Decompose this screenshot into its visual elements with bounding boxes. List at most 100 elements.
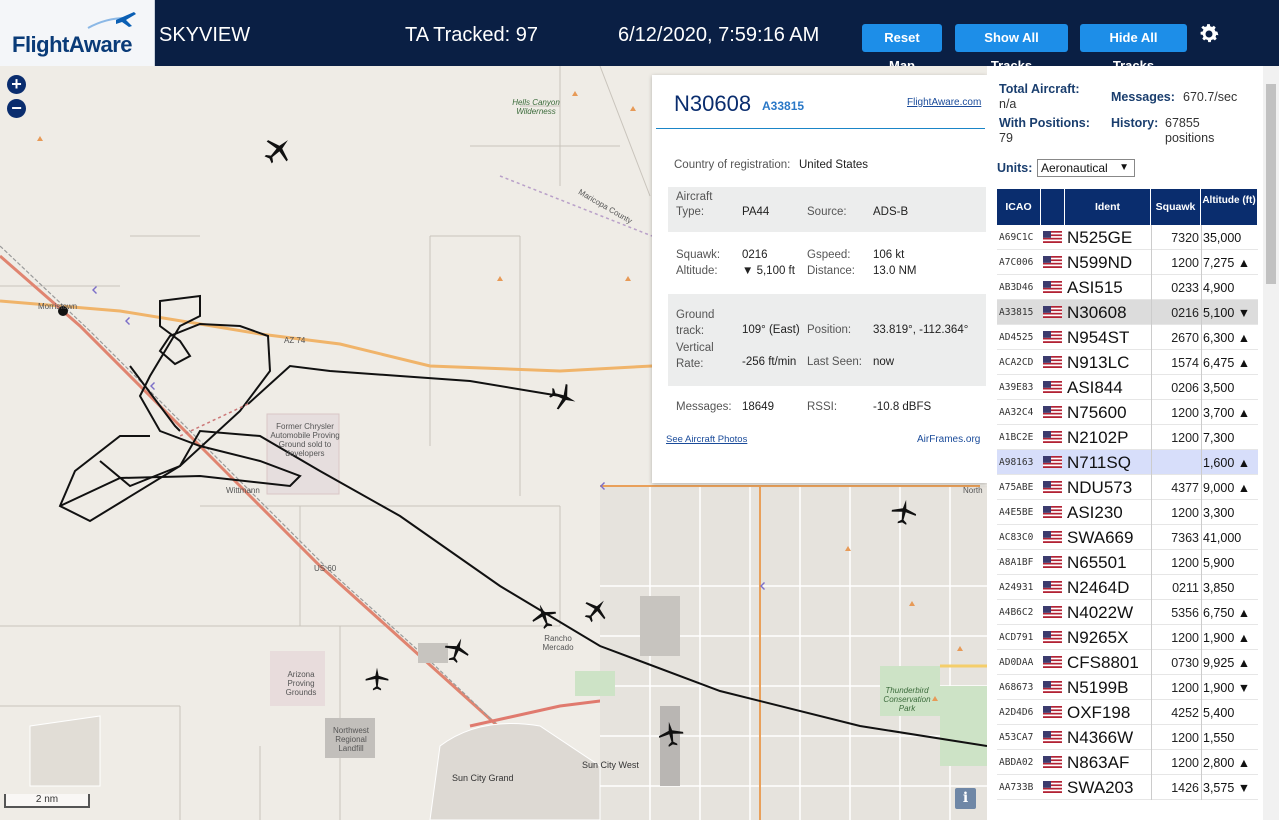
- column-divider: [1151, 225, 1152, 250]
- table-row[interactable]: A2D4D6 OXF198 4252 5,400: [997, 700, 1258, 725]
- map-label: Former Chrysler Automobile Proving Groun…: [270, 422, 340, 458]
- gspeed-label: Gspeed:: [807, 249, 851, 261]
- col-flag[interactable]: [1041, 189, 1065, 225]
- table-row[interactable]: ACA2CD N913LC 1574 6,475 ▲: [997, 350, 1258, 375]
- column-divider: [1151, 625, 1152, 650]
- positions-value: 79: [999, 131, 1013, 145]
- table-row[interactable]: A8A1BF N65501 1200 5,900: [997, 550, 1258, 575]
- units-selected-value: Aeronautical: [1041, 161, 1108, 175]
- col-icao[interactable]: ICAO: [997, 189, 1041, 225]
- table-row[interactable]: A24931 N2464D 0211 3,850: [997, 575, 1258, 600]
- reset-map-button[interactable]: Reset Map: [862, 24, 942, 73]
- table-row[interactable]: AA733B SWA203 1426 3,575 ▼: [997, 775, 1258, 800]
- col-squawk[interactable]: Squawk: [1151, 189, 1201, 225]
- row-squawk: 2670: [1171, 331, 1199, 345]
- map-label: North: [963, 486, 983, 495]
- selected-aircraft-icon[interactable]: [548, 382, 578, 412]
- row-squawk: 1200: [1171, 631, 1199, 645]
- us-flag-icon: [1043, 306, 1062, 318]
- aircraft-icon[interactable]: [657, 720, 685, 748]
- table-row[interactable]: A4E5BE ASI230 1200 3,300: [997, 500, 1258, 525]
- table-row[interactable]: AB3D46 ASI515 0233 4,900: [997, 275, 1258, 300]
- row-altitude: 3,700 ▲: [1203, 406, 1251, 420]
- table-row[interactable]: A75ABE NDU573 4377 9,000 ▲: [997, 475, 1258, 500]
- row-squawk: 5356: [1171, 606, 1199, 620]
- ground-track-value: 109° (East): [742, 324, 800, 336]
- column-divider: [1151, 525, 1152, 550]
- table-row[interactable]: A33815 N30608 0216 5,100 ▼: [997, 300, 1258, 325]
- altitude-label: Altitude:: [676, 265, 718, 277]
- table-row[interactable]: A1BC2E N2102P 1200 7,300: [997, 425, 1258, 450]
- row-ident: SWA203: [1067, 778, 1134, 797]
- info-button[interactable]: i: [955, 788, 976, 809]
- col-ident[interactable]: Ident: [1065, 189, 1151, 225]
- aircraft-type-label: Aircraft Type:: [676, 191, 713, 218]
- scroll-thumb[interactable]: [1266, 84, 1276, 284]
- table-row[interactable]: A69C1C N525GE 7320 35,000: [997, 225, 1258, 250]
- show-all-tracks-button[interactable]: Show All Tracks: [955, 24, 1068, 73]
- table-row[interactable]: ABDA02 N863AF 1200 2,800 ▲: [997, 750, 1258, 775]
- row-altitude: 5,900: [1203, 556, 1235, 570]
- table-row[interactable]: A7C006 N599ND 1200 7,275 ▲: [997, 250, 1258, 275]
- table-row[interactable]: AA32C4 N75600 1200 3,700 ▲: [997, 400, 1258, 425]
- row-squawk: 7320: [1171, 231, 1199, 245]
- table-row[interactable]: AC83C0 SWA669 7363 41,000: [997, 525, 1258, 550]
- row-ident: N4022W: [1067, 603, 1134, 622]
- history-label: History:: [1111, 116, 1159, 130]
- aircraft-icon[interactable]: [364, 666, 390, 692]
- table-row[interactable]: ACD791 N9265X 1200 1,900 ▲: [997, 625, 1258, 650]
- table-row[interactable]: AD0DAA CFS8801 0730 9,925 ▲: [997, 650, 1258, 675]
- gear-icon[interactable]: [1197, 22, 1221, 46]
- table-row[interactable]: AD4525 N954ST 2670 6,300 ▲: [997, 325, 1258, 350]
- gspeed-value: 106 kt: [873, 249, 905, 261]
- airframes-link[interactable]: AirFrames.org: [917, 434, 980, 445]
- popup-hex-code[interactable]: A33815: [762, 99, 804, 113]
- row-squawk: 4252: [1171, 706, 1199, 720]
- row-ident: N30608: [1067, 303, 1127, 322]
- scrollbar[interactable]: [1263, 66, 1279, 820]
- row-squawk: 0730: [1171, 656, 1199, 670]
- column-divider: [1201, 250, 1202, 275]
- row-squawk: 0216: [1171, 306, 1199, 320]
- row-ident: ASI844: [1067, 378, 1123, 397]
- column-divider: [1201, 375, 1202, 400]
- table-row[interactable]: A98163 N711SQ 1,600 ▲: [997, 450, 1258, 475]
- table-row[interactable]: A68673 N5199B 1200 1,900 ▼: [997, 675, 1258, 700]
- table-row[interactable]: A39E83 ASI844 0206 3,500: [997, 375, 1258, 400]
- row-ident: N2464D: [1067, 578, 1130, 597]
- col-altitude[interactable]: Altitude (ft): [1201, 189, 1258, 225]
- hide-all-tracks-button[interactable]: Hide All Tracks: [1080, 24, 1187, 73]
- aircraft-icon[interactable]: [582, 596, 610, 624]
- row-ident: N9265X: [1067, 628, 1129, 647]
- aircraft-icon[interactable]: [262, 134, 294, 166]
- row-altitude: 1,600 ▲: [1203, 456, 1251, 470]
- column-divider: [1151, 400, 1152, 425]
- column-divider: [1151, 575, 1152, 600]
- column-divider: [1151, 350, 1152, 375]
- row-squawk: 0233: [1171, 281, 1199, 295]
- row-ident: N65501: [1067, 553, 1127, 572]
- column-divider: [1151, 425, 1152, 450]
- positions-label: With Positions:: [999, 116, 1090, 130]
- country-row: Country of registration: United States: [668, 159, 986, 177]
- zoom-in-button[interactable]: +: [7, 75, 26, 94]
- vertical-rate-label: Vertical Rate:: [676, 342, 714, 370]
- map-label: Hells Canyon Wilderness: [512, 98, 560, 116]
- table-row[interactable]: A53CA7 N4366W 1200 1,550: [997, 725, 1258, 750]
- units-select[interactable]: Aeronautical ▼: [1037, 159, 1135, 177]
- squawk-label: Squawk:: [676, 249, 721, 261]
- row-icao: A4B6C2: [999, 607, 1034, 618]
- table-row[interactable]: A4B6C2 N4022W 5356 6,750 ▲: [997, 600, 1258, 625]
- row-ident: N525GE: [1067, 228, 1133, 247]
- row-altitude: 6,300 ▲: [1203, 331, 1251, 345]
- aircraft-icon[interactable]: [530, 602, 558, 630]
- flightaware-link[interactable]: FlightAware.com: [907, 97, 981, 108]
- row-altitude: 9,000 ▲: [1203, 481, 1251, 495]
- row-icao: ACA2CD: [999, 357, 1034, 368]
- zoom-out-button[interactable]: −: [7, 99, 26, 118]
- row-altitude: 3,575 ▼: [1203, 781, 1251, 795]
- aircraft-icon[interactable]: [443, 636, 471, 664]
- aircraft-photos-link[interactable]: See Aircraft Photos: [666, 434, 747, 445]
- flightaware-logo[interactable]: FlightAware: [0, 0, 155, 66]
- aircraft-icon[interactable]: [890, 498, 918, 526]
